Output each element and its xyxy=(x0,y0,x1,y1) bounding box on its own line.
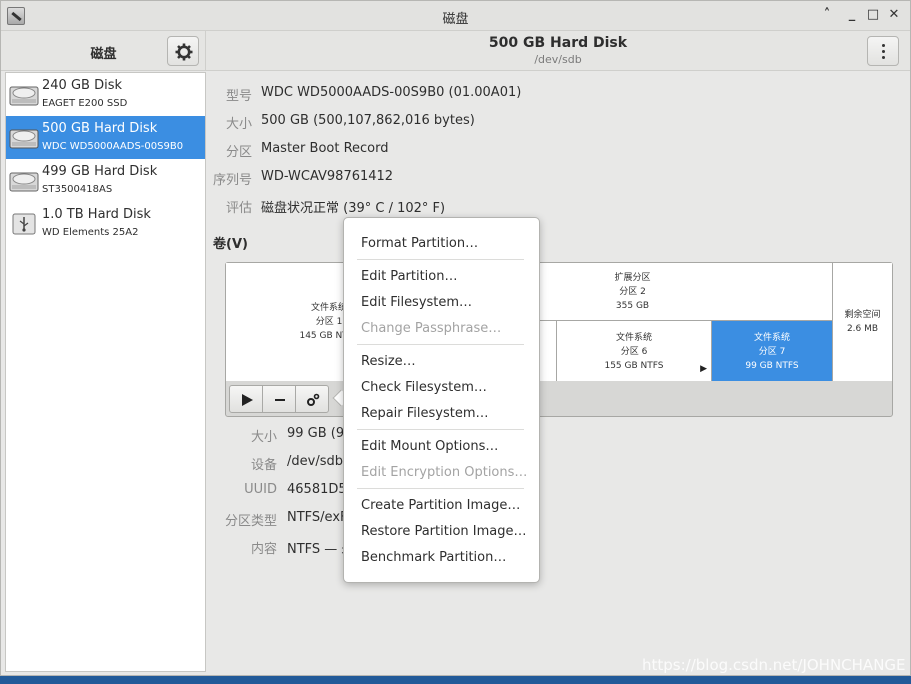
disks-window: 磁盘 ˄ _ □ ✕ 磁盘 500 GB Hard Disk /dev/sdb xyxy=(0,0,911,676)
menu-separator xyxy=(357,488,524,489)
contents-label: 内容 xyxy=(250,542,277,557)
partition-6[interactable]: 文件系统 分区 6 155 GB NTFS ▶ xyxy=(557,321,712,381)
free-space-size: 2.6 MB xyxy=(846,324,879,334)
partition-type-label: 文件系统 xyxy=(753,333,790,343)
partition-number-label: 分区 6 xyxy=(620,347,648,357)
mount-button[interactable] xyxy=(229,385,263,413)
volumes-heading: 卷(V) xyxy=(213,237,248,252)
disk-list: 240 GB Disk EAGET E200 SSD 500 GB Hard D… xyxy=(5,72,206,672)
chevron-up-icon[interactable]: ˄ xyxy=(819,7,835,23)
taskbar xyxy=(0,676,911,684)
free-space[interactable]: 剩余空间 2.6 MB xyxy=(833,263,892,381)
disk-device-path: /dev/sdb xyxy=(534,53,582,66)
settings-button[interactable] xyxy=(167,36,199,66)
disk-list-item[interactable]: 1.0 TB Hard Disk WD Elements 25A2 xyxy=(6,202,205,245)
model-label: 型号 xyxy=(225,89,252,104)
menu-separator xyxy=(357,429,524,430)
disk-model: ST3500418AS xyxy=(42,184,113,195)
menu-item-repair-filesystem[interactable]: Repair Filesystem… xyxy=(361,406,489,421)
mounted-play-icon: ▶ xyxy=(700,364,707,374)
partition-number-label: 分区 7 xyxy=(758,347,786,357)
device-label: 设备 xyxy=(250,458,277,473)
partition-size-label: 99 GB NTFS xyxy=(745,361,799,371)
disk-model: EAGET E200 SSD xyxy=(42,98,128,109)
partition-type-field-label: 分区类型 xyxy=(224,514,277,529)
partitioning-label: 分区 xyxy=(225,145,252,160)
hard-disk-icon xyxy=(9,129,39,149)
sidebar-header: 磁盘 xyxy=(1,31,206,71)
menu-item-edit-partition[interactable]: Edit Partition… xyxy=(361,269,457,284)
menu-item-edit-filesystem[interactable]: Edit Filesystem… xyxy=(361,295,472,310)
disk-menu-button[interactable] xyxy=(867,36,899,66)
minus-icon xyxy=(275,399,285,401)
minimize-button[interactable]: _ xyxy=(844,7,860,23)
partition-options-button[interactable] xyxy=(295,385,329,413)
device-value: /dev/sdb7 xyxy=(287,454,352,469)
partition-toolbar xyxy=(229,385,329,413)
disk-name: 499 GB Hard Disk xyxy=(42,164,158,179)
menu-item-benchmark-partition[interactable]: Benchmark Partition… xyxy=(361,550,506,565)
maximize-button[interactable]: □ xyxy=(865,7,881,23)
partition-context-menu: Format Partition… Edit Partition… Edit F… xyxy=(343,217,540,583)
partitioning-value: Master Boot Record xyxy=(261,141,389,156)
gear-icon xyxy=(175,43,193,61)
disk-header: 500 GB Hard Disk /dev/sdb xyxy=(206,31,910,71)
partition-7-selected[interactable]: 文件系统 分区 7 99 GB NTFS xyxy=(712,321,833,381)
close-button[interactable]: ✕ xyxy=(886,7,902,23)
assessment-label: 评估 xyxy=(225,201,252,216)
title-bar[interactable]: 磁盘 ˄ _ □ ✕ xyxy=(1,1,910,31)
gears-icon xyxy=(307,393,320,406)
disk-title: 500 GB Hard Disk xyxy=(488,35,628,51)
disk-name: 240 GB Disk xyxy=(42,78,122,93)
disk-model: WD Elements 25A2 xyxy=(42,227,139,238)
disk-list-item[interactable]: 499 GB Hard Disk ST3500418AS xyxy=(6,159,205,202)
size-label: 大小 xyxy=(225,117,252,132)
disk-list-item-selected[interactable]: 500 GB Hard Disk WDC WD5000AADS-00S9B0 xyxy=(6,116,205,159)
play-icon xyxy=(242,394,253,406)
delete-partition-button[interactable] xyxy=(262,385,296,413)
free-space-label: 剩余空间 xyxy=(844,310,881,320)
model-value: WDC WD5000AADS-00S9B0 (01.00A01) xyxy=(261,85,522,100)
menu-separator xyxy=(357,259,524,260)
partition-size-label: 155 GB NTFS xyxy=(604,361,664,371)
menu-item-format-partition[interactable]: Format Partition… xyxy=(361,236,478,251)
serial-label: 序列号 xyxy=(212,173,252,188)
menu-separator xyxy=(357,344,524,345)
volume-size-label: 大小 xyxy=(250,430,277,445)
menu-item-restore-partition-image[interactable]: Restore Partition Image… xyxy=(361,524,526,539)
partition-type-value: NTFS/exF xyxy=(287,510,348,525)
menu-item-edit-mount-options[interactable]: Edit Mount Options… xyxy=(361,439,498,454)
menu-item-edit-encryption-options: Edit Encryption Options… xyxy=(361,465,528,480)
menu-item-check-filesystem[interactable]: Check Filesystem… xyxy=(361,380,487,395)
window-title: 磁盘 xyxy=(442,12,469,27)
assessment-value: 磁盘状况正常 (39° C / 102° F) xyxy=(261,201,446,216)
disk-name: 1.0 TB Hard Disk xyxy=(42,207,151,222)
kebab-menu-icon xyxy=(882,44,885,60)
disk-name: 500 GB Hard Disk xyxy=(42,121,158,136)
menu-item-change-passphrase: Change Passphrase… xyxy=(361,321,502,336)
menu-item-resize[interactable]: Resize… xyxy=(361,354,416,369)
disk-list-item[interactable]: 240 GB Disk EAGET E200 SSD xyxy=(6,73,205,116)
partition-map: 文件系统 分区 1 145 GB NTFS 扩展分区 分区 2 355 GB 文… xyxy=(225,262,893,417)
size-value: 500 GB (500,107,862,016 bytes) xyxy=(261,113,475,128)
uuid-label: UUID xyxy=(244,482,277,497)
partition-type-label: 文件系统 xyxy=(615,333,652,343)
watermark: https://blog.csdn.net/JOHNCHANGE xyxy=(642,656,906,674)
usb-disk-icon xyxy=(12,213,36,235)
disk-model: WDC WD5000AADS-00S9B0 xyxy=(42,141,184,152)
hard-disk-icon xyxy=(9,172,39,192)
hard-disk-icon xyxy=(9,86,39,106)
menu-item-create-partition-image[interactable]: Create Partition Image… xyxy=(361,498,520,513)
serial-value: WD-WCAV98761412 xyxy=(261,169,394,184)
